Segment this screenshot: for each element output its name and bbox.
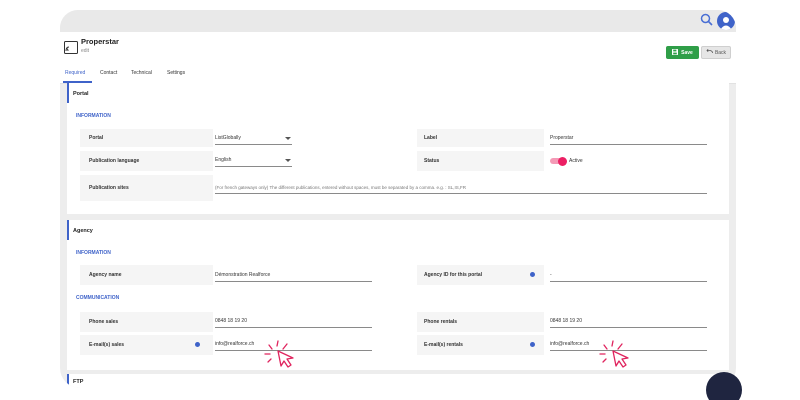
input-underline	[215, 327, 372, 328]
back-label: Back	[714, 49, 727, 56]
phone-rentals-label: Phone rentals	[424, 319, 458, 325]
email-sales-input[interactable]: info@realforce.ch	[215, 341, 254, 347]
chevron-down-icon[interactable]	[285, 159, 291, 162]
save-icon	[672, 48, 679, 57]
sites-label: Publication sites	[89, 185, 129, 191]
back-button[interactable]: Back	[701, 46, 731, 59]
status-label: Status	[424, 158, 440, 164]
info-icon[interactable]	[195, 342, 200, 347]
section-title-agency: Agency	[73, 228, 93, 234]
group-title-communication: COMMUNICATION	[76, 295, 120, 301]
input-underline	[215, 166, 292, 167]
user-avatar[interactable]	[717, 12, 735, 30]
click-cursor-icon	[261, 339, 303, 376]
rss-feed-icon	[64, 41, 78, 55]
group-title-information: INFORMATION	[76, 113, 111, 119]
portal-section: Portal INFORMATION Portal ListGlobally L…	[67, 83, 729, 214]
section-title-portal: Portal	[73, 91, 89, 97]
page-subtitle: edit	[81, 48, 90, 54]
portal-select[interactable]: ListGlobally	[215, 135, 241, 141]
help-chat-widget[interactable]	[706, 372, 742, 400]
email-rentals-input[interactable]: info@realforce.ch	[550, 341, 589, 347]
input-underline	[215, 193, 707, 194]
page-title: Properstar	[81, 37, 119, 46]
sites-input[interactable]: (For french gateways only) The different…	[215, 185, 466, 190]
input-underline	[215, 281, 372, 282]
save-button[interactable]: Save	[666, 46, 699, 59]
group-title-information: INFORMATION	[76, 250, 111, 256]
tab-settings[interactable]: Settings	[167, 70, 185, 76]
section-marker	[67, 83, 69, 103]
phone-sales-input[interactable]: 0848 18 19 20	[215, 318, 247, 324]
label-field-label: Label	[424, 135, 438, 141]
email-sales-label: E-mail(s) sales	[89, 342, 125, 348]
back-arrow-icon	[706, 49, 713, 56]
status-toggle[interactable]	[550, 156, 567, 166]
app-window: Properstar edit Save Back Required Conta…	[60, 10, 736, 388]
section-title-ftp: FTP	[73, 379, 84, 385]
tab-required[interactable]: Required	[65, 70, 85, 76]
agency-id-label: Agency ID for this portal	[424, 272, 483, 278]
status-value: Active	[569, 158, 583, 164]
label-input[interactable]: Properstar	[550, 135, 573, 141]
section-marker	[67, 374, 69, 388]
toggle-knob	[558, 156, 567, 166]
input-underline	[215, 144, 292, 145]
portal-label: Portal	[89, 135, 104, 141]
agency-id-input[interactable]: -	[550, 272, 552, 278]
save-label: Save	[681, 49, 693, 56]
page-header: Properstar edit Save Back	[60, 32, 736, 62]
search-icon[interactable]	[700, 13, 714, 27]
agency-name-label: Agency name	[89, 272, 122, 278]
tab-technical[interactable]: Technical	[131, 70, 152, 76]
input-underline	[550, 144, 707, 145]
language-select[interactable]: English	[215, 157, 231, 163]
phone-sales-label: Phone sales	[89, 319, 119, 325]
chevron-down-icon[interactable]	[285, 137, 291, 140]
top-bar	[60, 10, 736, 32]
section-marker	[67, 220, 69, 240]
input-underline	[550, 281, 707, 282]
ftp-section: FTP	[67, 374, 729, 388]
language-label: Publication language	[89, 158, 140, 164]
info-icon[interactable]	[530, 342, 535, 347]
input-underline	[550, 327, 707, 328]
phone-rentals-input[interactable]: 0848 18 19 20	[550, 318, 582, 324]
agency-name-input[interactable]: Démonstration Realforce	[215, 272, 270, 278]
click-cursor-icon	[596, 339, 638, 376]
email-rentals-label: E-mail(s) rentals	[424, 342, 463, 348]
tab-bar: Required Contact Technical Settings	[60, 62, 736, 84]
info-icon[interactable]	[530, 272, 535, 277]
tab-contact[interactable]: Contact	[100, 70, 117, 76]
